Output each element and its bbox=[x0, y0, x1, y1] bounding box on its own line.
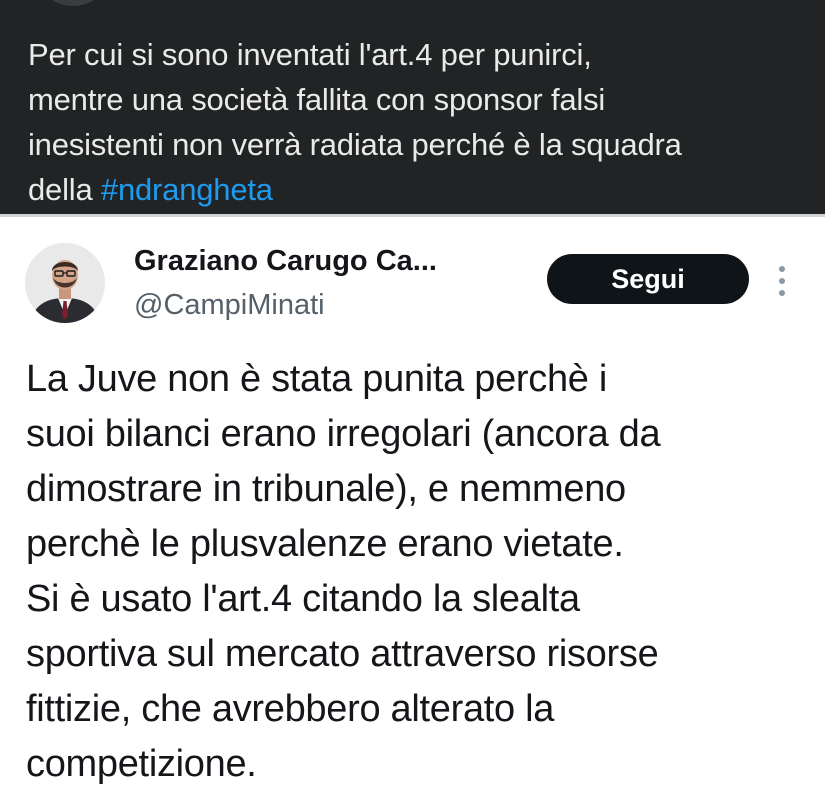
tweet-line: competizione. bbox=[26, 743, 257, 785]
tweet-line: fittizie, che avrebbero alterato la bbox=[26, 688, 555, 730]
tweet-line: perchè le plusvalenze erano vietate. bbox=[26, 523, 624, 565]
quote-line: Per cui si sono inventati l'art.4 per pu… bbox=[28, 37, 592, 72]
quote-line: inesistenti non verrà radiata perché è l… bbox=[28, 127, 682, 162]
more-vertical-icon[interactable] bbox=[772, 261, 792, 301]
screenshot-page: Per cui si sono inventati l'art.4 per pu… bbox=[0, 0, 825, 800]
quote-line: mentre una società fallita con sponsor f… bbox=[28, 82, 606, 117]
tweet-line: sportiva sul mercato attraverso risorse bbox=[26, 633, 659, 675]
tweet-line: dimostrare in tribunale), e nemmeno bbox=[26, 468, 626, 510]
quote-tweet-text: Per cui si sono inventati l'art.4 per pu… bbox=[28, 32, 818, 212]
tweet-line: Si è usato l'art.4 citando la slealta bbox=[26, 578, 580, 620]
tweet-line: suoi bilanci erano irregolari (ancora da bbox=[26, 413, 661, 455]
tweet-body: La Juve non è stata punita perchè i suoi… bbox=[26, 352, 816, 792]
quote-tweet: Per cui si sono inventati l'art.4 per pu… bbox=[0, 0, 825, 214]
author-handle[interactable]: @CampiMinati bbox=[134, 289, 325, 322]
author-name[interactable]: Graziano Carugo Ca... bbox=[134, 245, 437, 278]
hashtag-link[interactable]: #ndrangheta bbox=[101, 172, 273, 207]
avatar[interactable] bbox=[25, 243, 105, 323]
quote-line-last: della #ndrangheta bbox=[28, 167, 818, 212]
embedded-tweet: Graziano Carugo Ca... @CampiMinati Segui… bbox=[0, 214, 825, 800]
avatar-photo bbox=[25, 243, 105, 323]
tweet-line: La Juve non è stata punita perchè i bbox=[26, 358, 608, 400]
quote-line-prefix: della bbox=[28, 172, 101, 207]
outer-avatar[interactable] bbox=[44, 0, 102, 6]
follow-button[interactable]: Segui bbox=[547, 254, 749, 304]
